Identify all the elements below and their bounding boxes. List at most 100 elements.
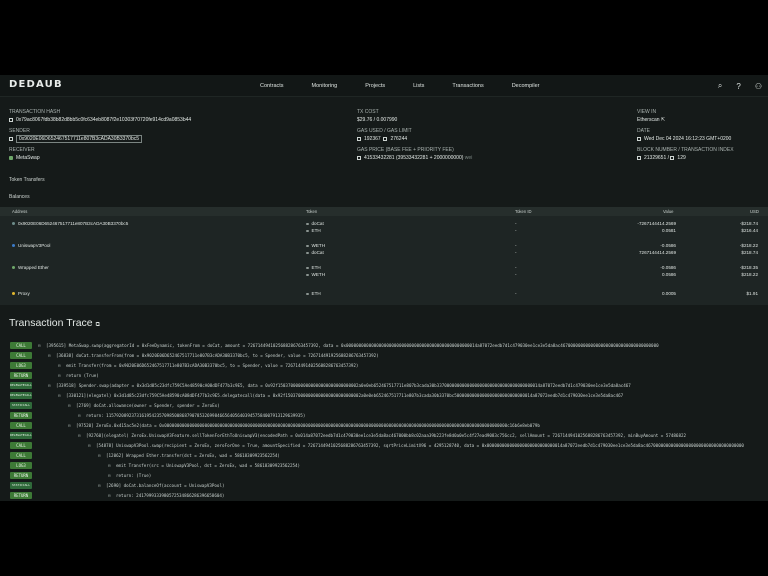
trace-call-text: return: (True) [116, 473, 152, 478]
expand-toggle-icon[interactable]: ⊟ [68, 423, 71, 428]
balance-token-id: - [515, 265, 517, 270]
trace-type-badge: LOG3 [10, 362, 32, 369]
trace-row[interactable]: STATICCALL ⊟ [2690] doCat.balanceOf(accoun… [0, 481, 768, 491]
balance-token-id: - [515, 243, 517, 248]
trace-row[interactable]: RETURN ⊟ return: 2417999333980572534866286… [0, 491, 768, 501]
balance-token-id: - [515, 228, 517, 233]
balance-value: -0.0586 [660, 243, 676, 248]
trace-row[interactable]: STATICCALL ⊟ [2769] doCat.allowance(owner … [0, 401, 768, 411]
search-icon[interactable]: ⌕ [718, 81, 722, 91]
trace-row[interactable]: CALL ⊟ [395615] MetaSwap.swap(aggregatorId… [0, 341, 768, 351]
balance-token[interactable]: ETH [306, 265, 321, 270]
expand-toggle-icon[interactable]: ⊟ [38, 343, 41, 348]
trace-type-badge: STATICCALL [10, 402, 32, 409]
expand-toggle-icon[interactable]: ⊟ [108, 493, 111, 498]
balance-address-text[interactable]: Wrapped Ether [18, 265, 49, 270]
sender-value[interactable]: 0x9020E06D652467517711e807B3cADA30B3370b… [9, 135, 143, 143]
balance-token[interactable]: WETH [306, 272, 325, 277]
trace-row[interactable]: RETURN ⊟ return: 1157920892373161954235709… [0, 411, 768, 421]
trace-row[interactable]: CALL ⊟ [54878] UniswapV3Pool.swap(recipien… [0, 441, 768, 451]
copy-icon[interactable] [637, 155, 641, 160]
trace-type-badge: DELEGATECALL [10, 432, 32, 439]
trace-row[interactable]: CALL ⊟ [97520] ZeroEx.0x415ac5e2(data = 0x… [0, 421, 768, 431]
expand-toggle-icon[interactable]: ⊟ [48, 353, 51, 358]
user-icon[interactable]: ⚇ [755, 82, 762, 91]
dedaub-logo[interactable]: DEDAUB [9, 79, 63, 90]
trace-type-badge: DELEGATECALL [10, 392, 32, 399]
balance-usd: -$218.22 [739, 243, 758, 248]
copy-icon[interactable]: ⧉ [96, 322, 100, 328]
nav-link-contracts[interactable]: Contracts [260, 75, 284, 97]
expand-toggle-icon[interactable]: ⊟ [68, 403, 71, 408]
balance-usd: $1.91 [746, 291, 759, 296]
trace-type-badge: DELEGATECALL [10, 382, 32, 389]
expand-toggle-icon[interactable]: ⊟ [78, 413, 81, 418]
copy-icon[interactable] [357, 155, 361, 160]
nav-link-lists[interactable]: Lists [413, 75, 424, 97]
trace-row[interactable]: DELEGATECALL ⊟ [339518] Spender.swap(adapt… [0, 381, 768, 391]
copy-icon[interactable] [9, 136, 13, 141]
balance-address[interactable]: Wrapped Ether [12, 265, 49, 270]
balance-row: UniswapV3Pool WETH - -0.0586 -$218.22 doCat - 7… [0, 239, 768, 261]
nav-link-transactions[interactable]: Transactions [452, 75, 483, 97]
nav-link-projects[interactable]: Projects [365, 75, 385, 97]
balance-token-id: - [515, 221, 517, 226]
balance-token[interactable]: ETH [306, 291, 321, 296]
balance-address-text[interactable]: UniswapV3Pool [18, 243, 50, 248]
expand-toggle-icon[interactable]: ⊟ [48, 383, 51, 388]
nav-link-monitoring[interactable]: Monitoring [312, 75, 338, 97]
balance-address-text[interactable]: Proxy [18, 291, 30, 296]
trace-row[interactable]: DELEGATECALL ⊟ [330121](elegatel) 0x3d1d85… [0, 391, 768, 401]
balance-address-text[interactable]: 0x9020E06D652467517711e807B3cADA30B3370b… [18, 221, 128, 226]
address-icon [12, 266, 15, 270]
expand-toggle-icon[interactable]: ⊟ [88, 443, 91, 448]
token-icon [306, 229, 309, 233]
token-icon [306, 244, 309, 248]
trace-call-text: [97520] ZeroEx.0x415ac5e2(data = 0x00000… [76, 423, 540, 428]
balance-address[interactable]: 0x9020E06D652467517711e807B3cADA30B3370b… [12, 221, 128, 226]
balance-token[interactable]: doCat [306, 250, 324, 255]
expand-toggle-icon[interactable]: ⊟ [58, 373, 61, 378]
balance-row: 0x9020E06D652467517711e807B3cADA30B3370b… [0, 217, 768, 239]
expand-toggle-icon[interactable]: ⊟ [58, 393, 61, 398]
trace-row[interactable]: RETURN ⊟ return: (True) [0, 471, 768, 481]
expand-toggle-icon[interactable]: ⊟ [58, 363, 61, 368]
etherscan-link[interactable]: Etherscan ⇱ [637, 117, 665, 123]
balance-address[interactable]: Proxy [12, 291, 30, 296]
nav-icons: ⌕ ? ⚇ [718, 75, 762, 97]
balance-token[interactable]: doCat [306, 221, 324, 226]
expand-toggle-icon[interactable]: ⊟ [98, 483, 101, 488]
expand-toggle-icon[interactable]: ⊟ [108, 463, 111, 468]
trace-type-badge: RETURN [10, 472, 32, 479]
trace-row[interactable]: LOG3 ⊟ emit Transfer(src = UniswapV3Pool, … [0, 461, 768, 471]
date-label: DATE [637, 128, 650, 134]
copy-icon[interactable] [357, 136, 361, 141]
trace-row[interactable]: CALL ⊟ [12062] Wrapped Ether.transfer(dst … [0, 451, 768, 461]
help-icon[interactable]: ? [736, 82, 740, 91]
token-transfers-toggle[interactable]: Token Transfers [9, 177, 45, 183]
copy-icon[interactable] [9, 117, 13, 122]
expand-toggle-icon[interactable]: ⊟ [78, 433, 81, 438]
balance-token[interactable]: WETH [306, 243, 325, 248]
trace-row[interactable]: DELEGATECALL ⊟ [92760](elegatel) ZeroEx.Un… [0, 431, 768, 441]
balance-address[interactable]: UniswapV3Pool [12, 243, 50, 248]
trace-type-badge: CALL [10, 342, 32, 349]
copy-icon[interactable] [670, 155, 675, 160]
tx-hash-value[interactable]: 0x79ac8067fdb38b82d8bb5c0fc634eb8087f2e1… [9, 117, 191, 123]
balance-token[interactable]: ETH [306, 228, 321, 233]
balance-token-id: - [515, 250, 517, 255]
expand-toggle-icon[interactable]: ⊟ [108, 473, 111, 478]
balance-row: Wrapped Ether ETH - -0.0586 -$218.35 WETH -0.0… [0, 261, 768, 283]
copy-icon[interactable] [383, 136, 388, 141]
balance-value: 0.0005 [661, 291, 676, 296]
trace-row[interactable]: LOG3 ⊟ emit Transfer(from = 0x9020E06D6524… [0, 361, 768, 371]
balance-token-text: WETH [311, 272, 326, 277]
trace-type-badge: LOG3 [10, 462, 32, 469]
block-label: BLOCK NUMBER / TRANSACTION INDEX [637, 147, 734, 153]
receiver-value[interactable]: MetaSwap [9, 155, 40, 161]
trace-row[interactable]: RETURN ⊟ return (True) [0, 371, 768, 381]
trace-row[interactable]: CALL ⊟ [36838] doCat.transferFrom(from = 0… [0, 351, 768, 361]
expand-toggle-icon[interactable]: ⊟ [98, 453, 101, 458]
trace-type-badge: CALL [10, 352, 32, 359]
nav-link-decompiler[interactable]: Decompiler [512, 75, 540, 97]
